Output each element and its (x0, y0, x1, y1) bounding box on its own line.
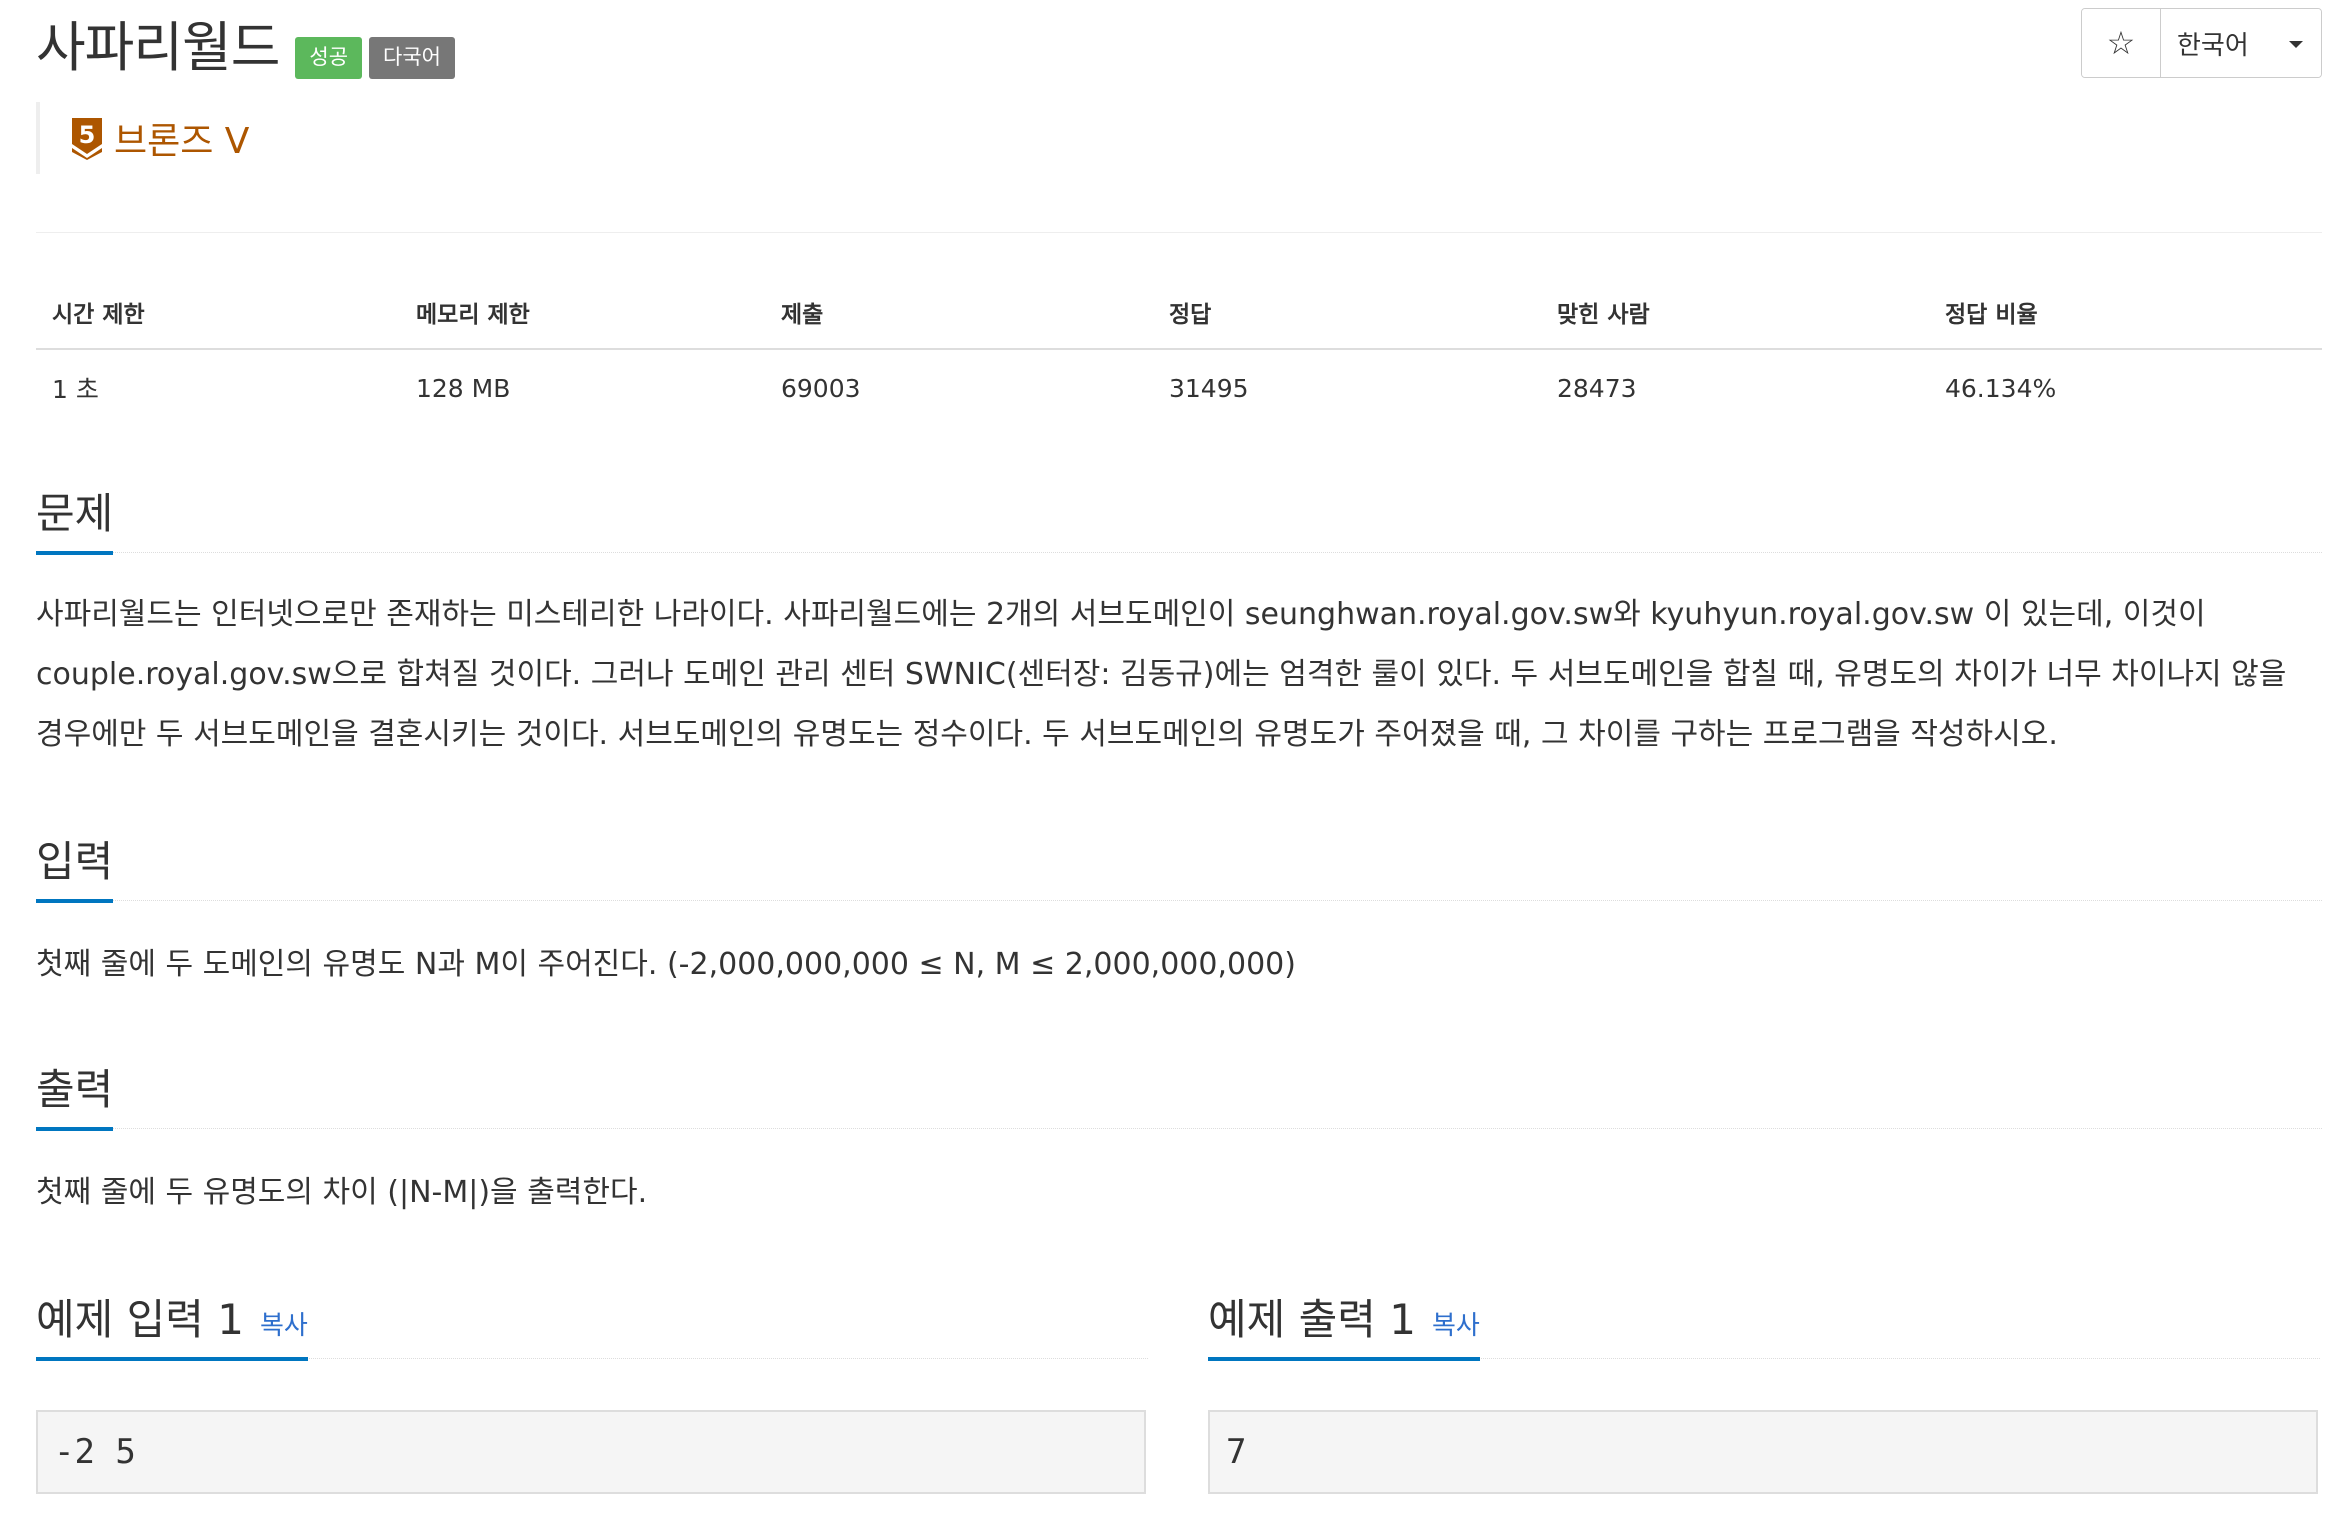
problem-info-table: 시간 제한 메모리 제한 제출 정답 맞힌 사람 정답 비율 1 초 128 M… (36, 278, 2322, 426)
star-icon: ☆ (2106, 24, 2136, 62)
value-time-limit: 1 초 (52, 375, 99, 404)
header-time-limit: 시간 제한 (36, 278, 400, 350)
sample-input-heading-wrap: 예제 입력 1 복사 (36, 1295, 308, 1361)
sample-output-heading-wrap: 예제 출력 1 복사 (1208, 1295, 1480, 1361)
input-heading: 입력 (36, 837, 114, 903)
language-label: 한국어 (2177, 30, 2249, 61)
input-section: 입력 첫째 줄에 두 도메인의 유명도 N과 M이 주어진다. (-2,000,… (36, 828, 2322, 995)
problem-header: 사파리월드 성공 다국어 (36, 8, 462, 88)
sample-input-column: 예제 입력 1 복사 -2 5 (36, 1286, 1148, 1494)
success-badge[interactable]: 성공 (295, 37, 363, 79)
star-button[interactable]: ☆ (2082, 9, 2161, 77)
copy-sample-input-button[interactable]: 복사 (260, 1311, 308, 1341)
description-heading: 문제 (36, 489, 114, 555)
output-heading: 출력 (36, 1065, 114, 1131)
divider (36, 232, 2322, 233)
multilang-badge[interactable]: 다국어 (369, 37, 456, 79)
sample-output-heading: 예제 출력 1 (1208, 1294, 1416, 1344)
description-headline: 문제 (36, 480, 2322, 555)
value-memory-limit: 128 MB (416, 373, 511, 403)
problem-toolbar: ☆ 한국어 (2081, 8, 2322, 78)
input-text: 첫째 줄에 두 도메인의 유명도 N과 M이 주어진다. (-2,000,000… (36, 947, 1296, 982)
sample-input-box[interactable]: -2 5 (36, 1410, 1146, 1494)
output-text: 첫째 줄에 두 유명도의 차이 (|N-M|)을 출력한다. (36, 1175, 648, 1210)
description-section: 문제 사파리월드는 인터넷으로만 존재하는 미스테리한 나라이다. 사파리월드에… (36, 480, 2322, 765)
value-accept-ratio: 46.134% (1945, 373, 2057, 403)
tier-link[interactable]: 브론즈 V (114, 112, 249, 164)
sample-output-box[interactable]: 7 (1208, 1410, 2318, 1494)
description-text: 사파리월드는 인터넷으로만 존재하는 미스테리한 나라이다. 사파리월드에는 2… (36, 597, 2287, 752)
table-row: 1 초 128 MB 69003 31495 28473 46.134% (36, 349, 2322, 426)
sample-input-heading: 예제 입력 1 (36, 1294, 244, 1344)
input-headline: 입력 (36, 828, 2322, 903)
header-submissions: 제출 (765, 278, 1153, 350)
output-headline: 출력 (36, 1056, 2322, 1131)
problem-page: 사파리월드 성공 다국어 ☆ 한국어 5 브론즈 V 시간 제한 메모리 제한 … (36, 0, 2322, 1528)
sample-input-headline: 예제 입력 1 복사 (36, 1286, 1148, 1361)
header-memory-limit: 메모리 제한 (400, 278, 765, 350)
copy-sample-output-button[interactable]: 복사 (1432, 1311, 1480, 1341)
value-solved-users[interactable]: 28473 (1541, 349, 1929, 426)
problem-title: 사파리월드 (36, 16, 280, 79)
output-section: 출력 첫째 줄에 두 유명도의 차이 (|N-M|)을 출력한다. (36, 1056, 2322, 1223)
caret-down-icon (2289, 41, 2303, 48)
sample-output-headline: 예제 출력 1 복사 (1208, 1286, 2320, 1361)
table-header-row: 시간 제한 메모리 제한 제출 정답 맞힌 사람 정답 비율 (36, 278, 2322, 350)
language-dropdown[interactable]: 한국어 (2161, 9, 2321, 77)
value-submissions[interactable]: 69003 (765, 349, 1153, 426)
tier-block: 5 브론즈 V (36, 102, 249, 174)
header-accept-ratio: 정답 비율 (1929, 278, 2322, 350)
bronze-tier-icon: 5 (72, 118, 102, 160)
value-accepted[interactable]: 31495 (1153, 349, 1541, 426)
header-accepted: 정답 (1153, 278, 1541, 350)
tier-number: 5 (79, 121, 96, 149)
sample-output-column: 예제 출력 1 복사 7 (1208, 1286, 2320, 1494)
header-solved-users: 맞힌 사람 (1541, 278, 1929, 350)
